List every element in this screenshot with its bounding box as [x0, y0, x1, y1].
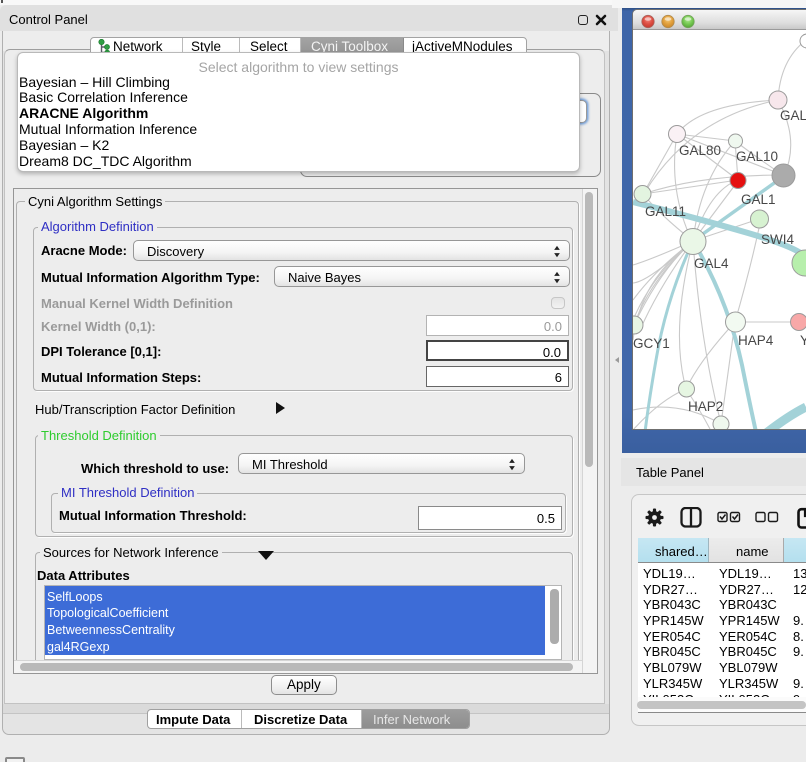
svg-text:GAL: GAL	[780, 108, 806, 123]
svg-text:SWI4: SWI4	[761, 232, 794, 247]
svg-text:GCY1: GCY1	[633, 336, 670, 351]
svg-text:Y: Y	[800, 333, 806, 348]
svg-text:GAL10: GAL10	[736, 149, 778, 164]
svg-text:HAP4: HAP4	[738, 333, 774, 348]
svg-text:GAL80: GAL80	[679, 143, 721, 158]
svg-text:GAL4: GAL4	[694, 256, 729, 271]
svg-text:HAP2: HAP2	[688, 399, 723, 414]
svg-text:GAL11: GAL11	[645, 204, 686, 219]
svg-text:GAL1: GAL1	[741, 192, 776, 207]
